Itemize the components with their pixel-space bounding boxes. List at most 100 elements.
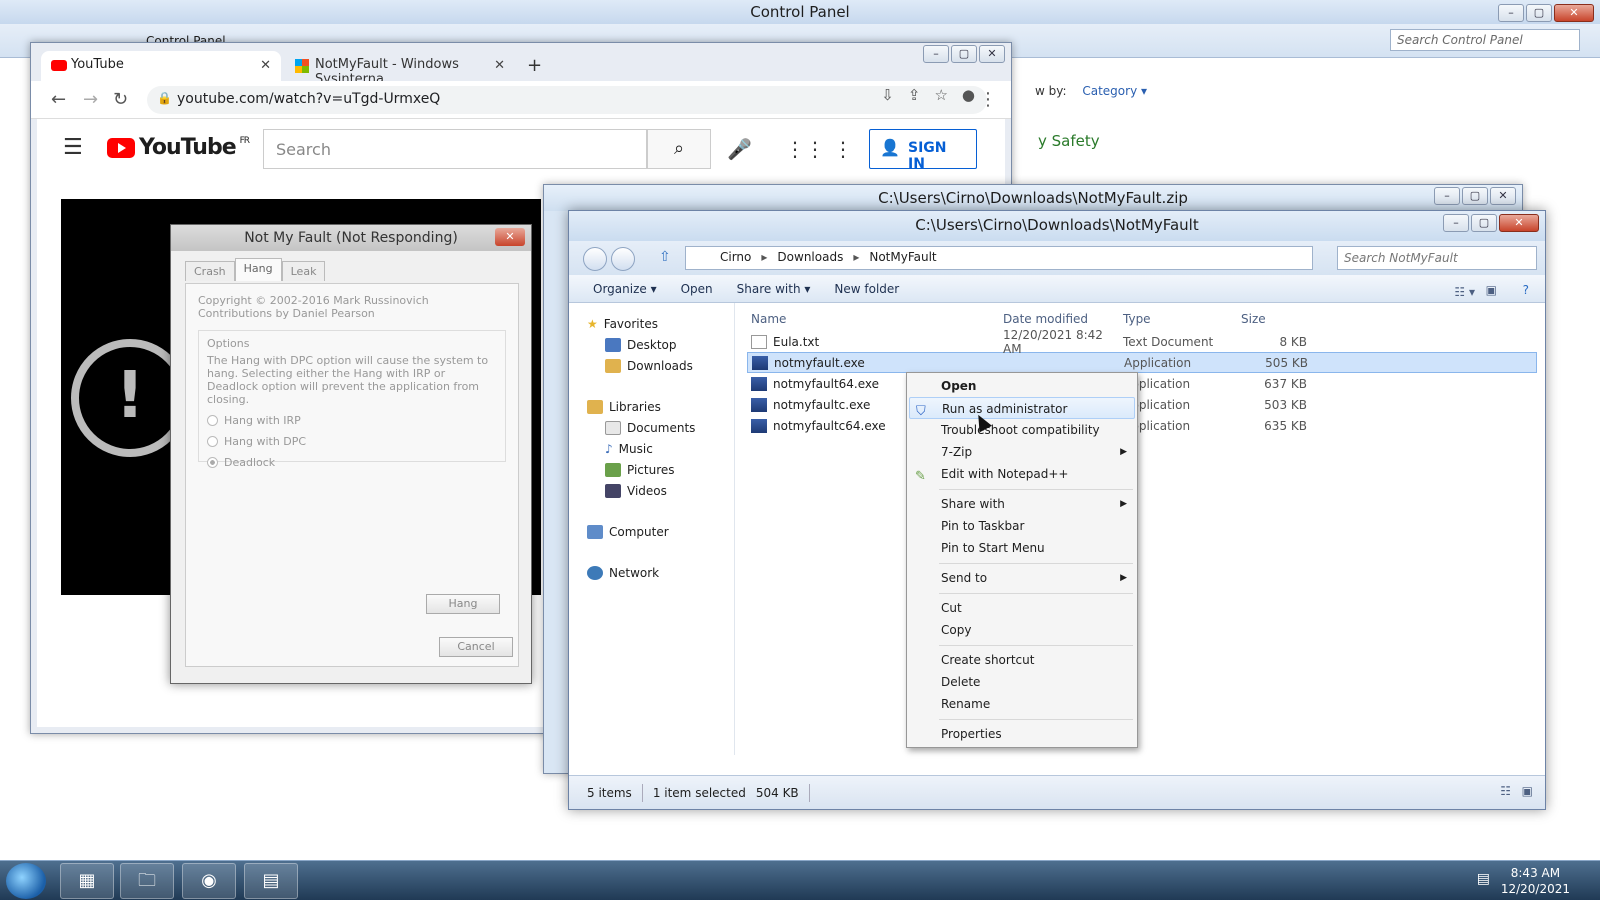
file-row[interactable]: notmyfault64.exe Application 637 KB [747,373,1537,394]
share-with-button[interactable]: Share with ▾ [725,282,823,296]
menu-item-create-shortcut[interactable]: Create shortcut [909,649,1135,671]
network-tray-icon[interactable]: ▤ [1477,871,1490,887]
nav-documents[interactable]: Documents [569,417,734,438]
close-tab-icon[interactable]: ✕ [494,58,505,73]
column-size[interactable]: Size [1237,312,1313,326]
back-icon[interactable]: ← [51,89,66,110]
close-tab-icon[interactable]: ✕ [260,58,271,73]
new-tab-icon[interactable]: + [527,55,542,76]
column-date-modified[interactable]: Date modified [999,312,1119,326]
back-icon[interactable] [583,247,607,271]
forward-icon[interactable] [611,247,635,271]
maximize-button[interactable]: ▢ [1471,214,1497,232]
tab-leak[interactable]: Leak [281,261,326,281]
menu-item-7zip[interactable]: 7-Zip ▶ [909,441,1135,463]
notmyfault-taskbar-icon[interactable]: ▤ [244,863,298,899]
minimize-button[interactable]: – [1498,4,1524,22]
microphone-icon[interactable]: 🎤 [727,137,752,161]
lock-icon[interactable]: 🔒 [157,91,172,105]
menu-item-edit-notepad[interactable]: ✎ Edit with Notepad++ [909,463,1135,485]
control-panel-taskbar-icon[interactable]: ▦ [60,863,114,899]
chevron-down-icon[interactable]: ▾ [1141,84,1147,98]
preview-pane-icon[interactable]: ▣ [1486,283,1497,297]
file-row[interactable]: notmyfaultc.exe Application 503 KB [747,394,1537,415]
up-folder-icon[interactable]: ⇧ [659,249,671,265]
file-row[interactable]: notmyfaultc64.exe Application 635 KB [747,415,1537,436]
radio-hang-with-dpc[interactable]: Hang with DPC [207,435,497,448]
start-button[interactable] [6,863,46,899]
menu-item-properties[interactable]: Properties [909,723,1135,745]
nav-music[interactable]: ♪ Music [569,438,734,459]
minimize-button[interactable]: – [1434,187,1460,205]
file-row[interactable]: Eula.txt 12/20/2021 8:42 AM Text Documen… [747,328,1537,356]
menu-item-delete[interactable]: Delete [909,671,1135,693]
close-button[interactable]: ✕ [1499,214,1539,232]
nav-computer[interactable]: Computer [569,521,734,542]
new-folder-button[interactable]: New folder [822,282,911,296]
breadcrumb[interactable]: Cirno ▸ Downloads ▸ NotMyFault [685,246,1313,270]
address-bar[interactable]: 🔒 youtube.com/watch?v=uTgd-UrmxeQ [147,86,987,114]
install-icon[interactable]: ⇩ [881,86,894,104]
tab-notmyfault[interactable]: NotMyFault - Windows Sysinterna ✕ [285,51,515,87]
nav-downloads[interactable]: Downloads [569,355,734,376]
control-panel-search-input[interactable]: Search Control Panel [1390,29,1580,51]
radio-deadlock[interactable]: Deadlock [207,456,497,469]
nav-desktop[interactable]: Desktop [569,334,734,355]
help-icon[interactable]: ? [1523,283,1529,297]
breadcrumb-item[interactable]: Cirno [720,250,751,269]
menu-item-troubleshoot[interactable]: Troubleshoot compatibility [909,419,1135,441]
sign-in-button[interactable]: SIGN IN [869,129,977,172]
star-icon[interactable]: ☆ [934,86,947,104]
file-row-selected[interactable]: notmyfault.exe Application 505 KB [747,352,1537,373]
chrome-taskbar-icon[interactable]: ◉ [182,863,236,899]
search-icon[interactable]: ⌕ [647,129,711,169]
large-icons-view-icon[interactable]: ▣ [1522,784,1533,798]
breadcrumb-item[interactable]: NotMyFault [869,250,936,269]
open-button[interactable]: Open [669,282,725,296]
cancel-button[interactable]: Cancel [439,637,513,657]
menu-icon[interactable]: ⋮ [979,89,997,110]
menu-item-cut[interactable]: Cut [909,597,1135,619]
close-button[interactable]: ✕ [1554,4,1594,22]
settings-dots-icon[interactable]: ⋮ [833,137,853,161]
forward-icon[interactable]: → [83,89,98,110]
reload-icon[interactable]: ↻ [113,89,128,110]
explorer-taskbar-icon[interactable]: 🗀 [120,863,174,899]
nav-pictures[interactable]: Pictures [569,459,734,480]
radio-hang-with-irp[interactable]: Hang with IRP [207,414,497,427]
tab-hang[interactable]: Hang [234,258,282,281]
close-button[interactable]: ✕ [979,45,1005,63]
tab-crash[interactable]: Crash [185,261,235,281]
organize-button[interactable]: Organize ▾ [581,282,669,296]
system-clock[interactable]: 8:43 AM 12/20/2021 [1501,865,1570,897]
column-type[interactable]: Type [1119,312,1237,326]
maximize-button[interactable]: ▢ [951,45,977,63]
maximize-button[interactable]: ▢ [1462,187,1488,205]
nav-libraries[interactable]: Libraries [569,396,734,417]
menu-item-rename[interactable]: Rename [909,693,1135,715]
hang-button[interactable]: Hang [426,594,500,614]
hamburger-menu-icon[interactable]: ☰ [63,135,83,160]
explorer-search-input[interactable]: Search NotMyFault [1337,246,1537,270]
maximize-button[interactable]: ▢ [1526,4,1552,22]
minimize-button[interactable]: – [1443,214,1469,232]
menu-item-open[interactable]: Open [909,375,1135,397]
minimize-button[interactable]: – [923,45,949,63]
menu-item-pin-taskbar[interactable]: Pin to Taskbar [909,515,1135,537]
column-name[interactable]: Name [747,312,999,326]
menu-item-run-as-administrator[interactable]: ⛉ Run as administrator [909,397,1135,419]
menu-item-share-with[interactable]: Share with ▶ [909,493,1135,515]
details-view-icon[interactable]: ☷ [1500,784,1511,798]
close-button[interactable]: ✕ [495,228,525,246]
profile-icon[interactable]: ● [962,86,975,104]
breadcrumb-item[interactable]: Downloads [777,250,843,269]
menu-item-pin-start[interactable]: Pin to Start Menu [909,537,1135,559]
apps-grid-icon[interactable]: ⋮⋮ [785,137,825,161]
youtube-search-input[interactable]: Search [263,129,647,169]
youtube-logo[interactable]: YouTube FR [107,135,250,160]
share-icon[interactable]: ⇪ [908,86,921,104]
nav-favorites[interactable]: ★ Favorites [569,313,734,334]
control-panel-category-link[interactable]: y Safety [1038,132,1100,150]
close-button[interactable]: ✕ [1490,187,1516,205]
menu-item-copy[interactable]: Copy [909,619,1135,641]
